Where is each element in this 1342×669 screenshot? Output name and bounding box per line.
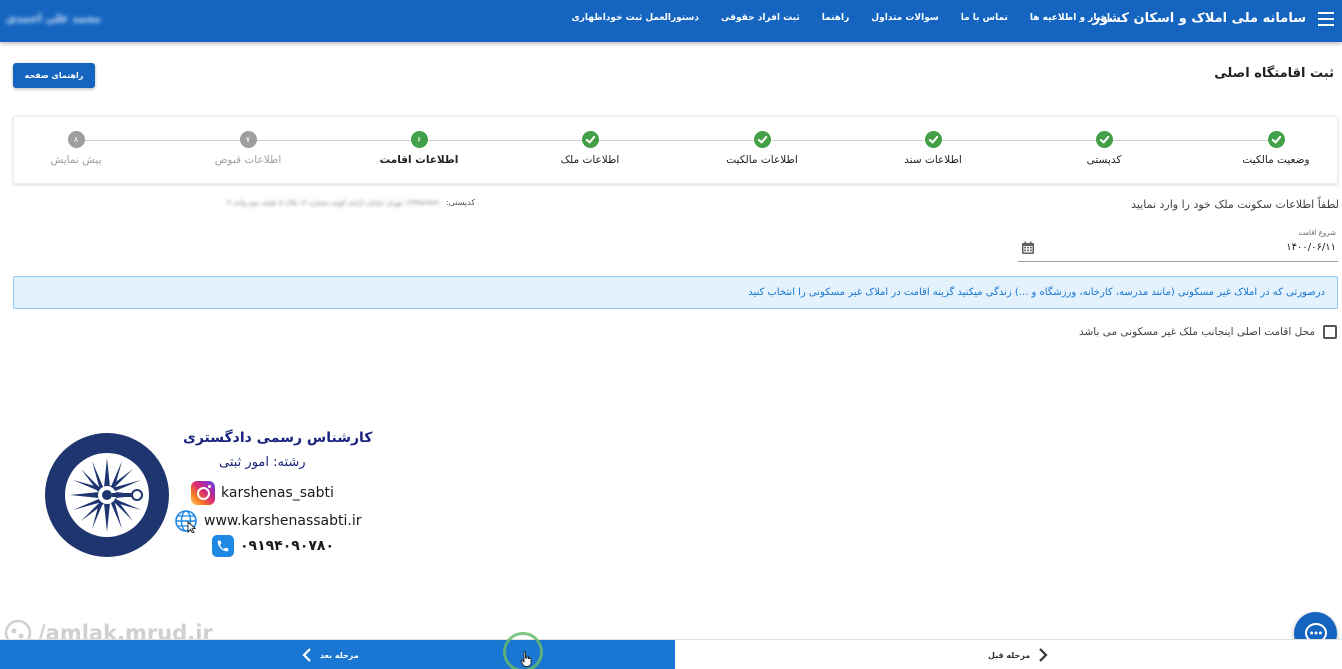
instagram-icon [191, 481, 215, 505]
check-icon [1099, 135, 1109, 144]
instagram-handle: karshenas_sabti [221, 485, 334, 501]
step-label: اطلاعات قبوض [214, 154, 282, 166]
step-marker [581, 131, 599, 148]
nav-news[interactable]: اخبار و اطلاعیه ها [1030, 13, 1110, 23]
page-title: ثبت اقامتگاه اصلی [1214, 66, 1334, 81]
check-icon [928, 135, 938, 144]
next-step-label: مرحله بعد [320, 650, 359, 660]
start-date-label: شروع اقامت [1298, 229, 1336, 237]
check-icon [757, 135, 767, 144]
promo-phone: ۰۹۱۹۴۰۹۰۷۸۰ [212, 535, 334, 557]
promo-website: www.karshenassabti.ir [174, 509, 361, 533]
step-number: ۸ [67, 131, 85, 148]
hand-cursor-icon [520, 651, 532, 667]
start-date-field[interactable]: شروع اقامت ۱۴۰۰/۰۶/۱۱ [1018, 228, 1338, 262]
top-nav: اخبار و اطلاعیه ها تماس با ما سوالات متد… [571, 13, 1110, 23]
step-number: ۶ [410, 131, 428, 148]
postcode-value: ۱۲۳۴۵۶۷۸۹۰ تهران خیابان آزادی کوچه شماره… [227, 199, 442, 207]
step-label: کدپستی [1086, 154, 1122, 166]
step-postcode[interactable]: کدپستی [1024, 131, 1184, 166]
user-name[interactable]: محمد علی احمدی [6, 12, 101, 25]
start-date-value[interactable]: ۱۴۰۰/۰۶/۱۱ [1286, 242, 1336, 253]
non-residential-checkbox-row[interactable]: محل اقامت اصلی اینجانب ملک غیر مسکونی می… [1079, 325, 1337, 339]
nav-guidelines[interactable]: دستورالعمل ثبت خوداظهاری [571, 13, 699, 23]
phone-icon [212, 535, 234, 557]
promo-instagram: karshenas_sabti [191, 481, 334, 505]
chevron-left-icon [302, 648, 311, 662]
step-label: اطلاعات اقامت [379, 154, 459, 166]
page-help-button[interactable]: راهنمای صفحه [13, 63, 95, 88]
promo-subtitle: رشته: امور ثبتی [219, 455, 306, 470]
step-marker [753, 131, 771, 148]
step-marker [1267, 131, 1285, 148]
progress-stepper: وضعیت مالکیت کدپستی اطلاعات سند اطلاعات … [13, 116, 1338, 184]
non-residential-checkbox-label[interactable]: محل اقامت اصلی اینجانب ملک غیر مسکونی می… [1079, 326, 1315, 338]
bottom-navigation: مرحله بعد مرحله قبل [0, 639, 1342, 669]
previous-step-label: مرحله قبل [988, 650, 1031, 660]
step-bills-info[interactable]: ۷ اطلاعات قبوض [168, 131, 328, 166]
step-label: اطلاعات ملک [560, 154, 620, 166]
step-label: اطلاعات سند [904, 154, 962, 166]
nav-faq[interactable]: سوالات متداول [871, 13, 938, 23]
step-marker [1095, 131, 1113, 148]
phone-number: ۰۹۱۹۴۰۹۰۷۸۰ [240, 538, 334, 554]
nav-help[interactable]: راهنما [822, 13, 850, 23]
info-alert-text: درصورتی که در املاک غیر مسکونی (مانند مد… [748, 287, 1325, 298]
previous-step-button[interactable]: مرحله قبل [675, 640, 1342, 669]
step-ownership-info[interactable]: اطلاعات مالکیت [682, 131, 842, 166]
promo-title: کارشناس رسمی دادگستری [183, 430, 373, 446]
postcode-label: کدپستی: [446, 198, 476, 207]
info-alert: درصورتی که در املاک غیر مسکونی (مانند مد… [13, 276, 1338, 309]
step-preview[interactable]: ۸ پیش نمایش [0, 131, 156, 166]
form-instruction: لطفاً اطلاعات سکونت ملک خود را وارد نمای… [1131, 198, 1339, 211]
globe-icon [175, 510, 197, 533]
app-title[interactable]: سامانه ملی املاک و اسکان کشور [1093, 11, 1306, 26]
step-label: وضعیت مالکیت [1242, 154, 1310, 166]
step-number: ۷ [239, 131, 257, 148]
nav-contact[interactable]: تماس با ما [961, 13, 1008, 23]
menu-icon[interactable] [1318, 12, 1334, 26]
next-step-button[interactable]: مرحله بعد [0, 640, 675, 669]
university-logo-icon [45, 433, 169, 557]
next-step-content: مرحله بعد [302, 648, 359, 662]
step-ownership-status[interactable]: وضعیت مالکیت [1196, 131, 1342, 166]
check-icon [1271, 135, 1281, 144]
calendar-icon[interactable] [1021, 241, 1035, 255]
nav-legal-entities[interactable]: ثبت افراد حقوقی [721, 13, 800, 23]
step-label: پیش نمایش [50, 154, 102, 166]
step-marker [924, 131, 942, 148]
step-deed-info[interactable]: اطلاعات سند [853, 131, 1013, 166]
top-bar: سامانه ملی املاک و اسکان کشور اخبار و اط… [0, 0, 1342, 42]
step-residence-info[interactable]: ۶ اطلاعات اقامت [339, 131, 499, 166]
step-label: اطلاعات مالکیت [726, 154, 798, 166]
website-url: www.karshenassabti.ir [204, 513, 362, 529]
non-residential-checkbox[interactable] [1323, 325, 1337, 339]
chevron-right-icon [1039, 648, 1048, 662]
step-property-info[interactable]: اطلاعات ملک [510, 131, 670, 166]
previous-step-content: مرحله قبل [988, 648, 1048, 662]
check-icon [585, 135, 595, 144]
